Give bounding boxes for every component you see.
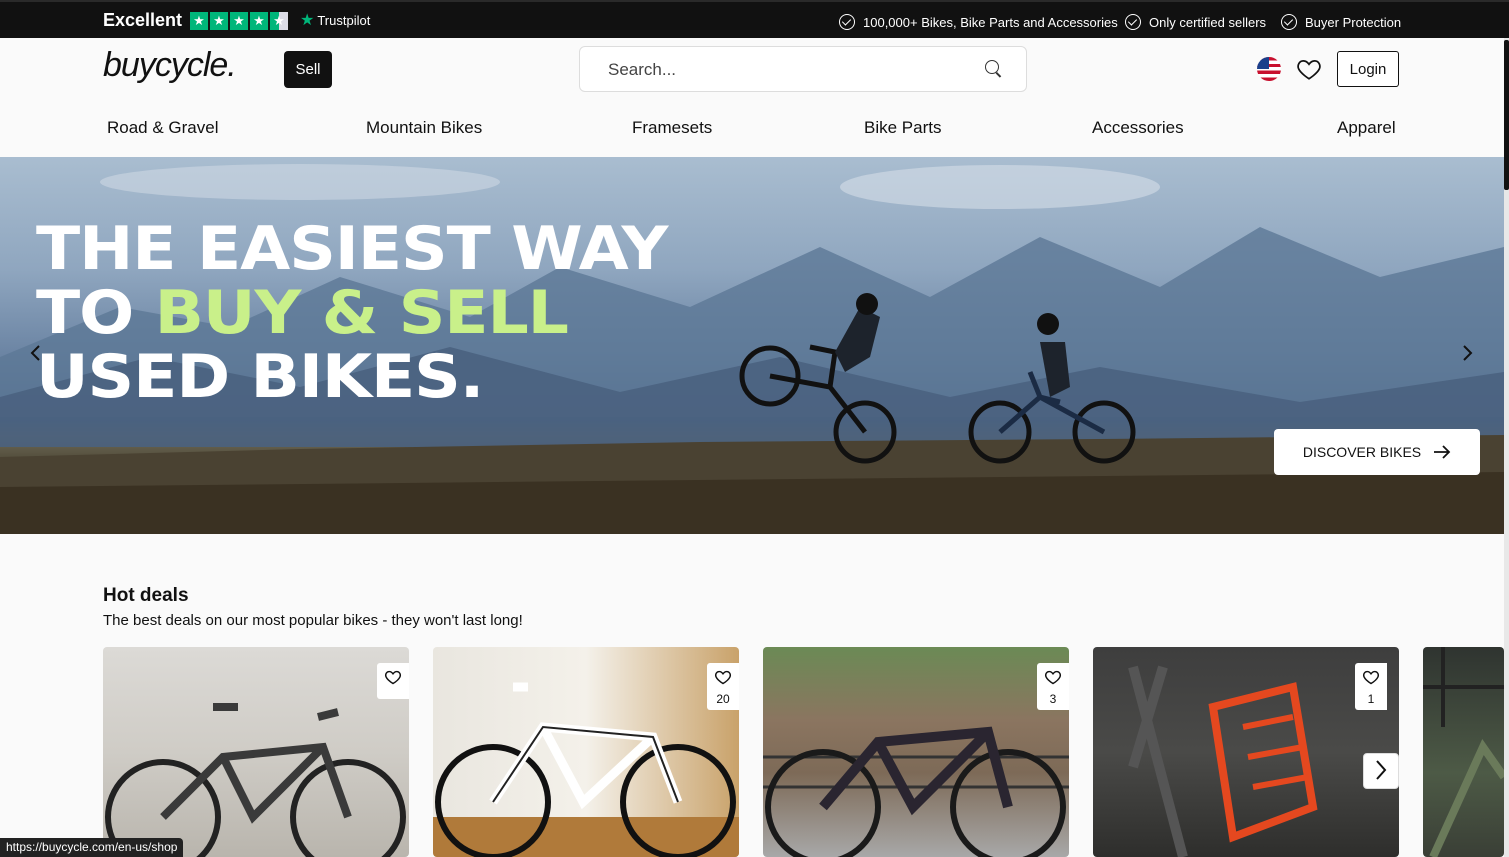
hero-line-3: USED BIKES.	[36, 342, 484, 412]
check-circle-icon	[1125, 14, 1141, 30]
favorite-button[interactable]: 1	[1355, 663, 1387, 710]
usp-certified: Only certified sellers	[1125, 14, 1266, 30]
search-input[interactable]	[608, 58, 968, 82]
hot-deals-title: Hot deals	[103, 585, 189, 606]
check-circle-icon	[839, 14, 855, 30]
heart-icon	[1044, 670, 1062, 685]
chevron-right-icon	[1376, 759, 1387, 780]
bike-photo	[105, 703, 406, 857]
favorite-button[interactable]	[377, 663, 409, 699]
trustpilot-brand: Trustpilot	[317, 13, 371, 28]
usp-label: Buyer Protection	[1305, 14, 1402, 30]
star-icon: ★	[190, 12, 208, 30]
favorite-button[interactable]: 20	[707, 663, 739, 710]
star-icon: ★	[210, 12, 228, 30]
nav-accessories[interactable]: Accessories	[1092, 118, 1184, 138]
bike-photo	[1423, 647, 1504, 857]
hero-line-1: THE EASIEST WAY	[36, 214, 668, 284]
hero-banner: THE EASIEST WAY TO BUY & SELL USED BIKES…	[0, 157, 1504, 534]
deal-card-partial[interactable]	[1423, 647, 1504, 857]
sell-button[interactable]: Sell	[284, 51, 332, 88]
trustpilot-rating-label: Excellent	[103, 10, 183, 30]
deal-card[interactable]	[103, 647, 409, 857]
hero-headline: THE EASIEST WAY TO BUY & SELL USED BIKES…	[36, 214, 668, 412]
arrow-right-icon	[1434, 445, 1451, 459]
bike-photo	[763, 726, 1069, 857]
favorite-count: 3	[1049, 692, 1057, 706]
nav-mountain-bikes[interactable]: Mountain Bikes	[366, 118, 482, 138]
deal-card[interactable]: 3	[763, 647, 1069, 857]
usp-label: 100,000+ Bikes, Bike Parts and Accessori…	[863, 14, 1118, 30]
heart-icon[interactable]	[1296, 56, 1322, 82]
nav-road-gravel[interactable]: Road & Gravel	[107, 118, 219, 138]
deal-card[interactable]: 20	[433, 647, 739, 857]
status-bar-url: https://buycycle.com/en-us/shop	[0, 838, 184, 857]
chevron-left-icon[interactable]	[26, 343, 46, 363]
top-bar: Excellent ★ ★ ★ ★ ★ ★ Trustpilot 100,000…	[0, 0, 1509, 38]
deal-card[interactable]: 1	[1093, 647, 1399, 857]
hot-deals-subtitle: The best deals on our most popular bikes…	[103, 612, 523, 629]
heart-icon	[1362, 670, 1380, 685]
trustpilot-logo[interactable]: ★ Trustpilot	[300, 11, 371, 29]
us-flag-icon[interactable]	[1257, 57, 1281, 81]
buycycle-logo[interactable]: buycycle.	[103, 46, 237, 85]
heart-icon	[384, 670, 402, 685]
heart-icon	[714, 670, 732, 685]
login-button[interactable]: Login	[1337, 51, 1399, 87]
search-icon[interactable]	[985, 60, 999, 74]
hero-line-2: TO BUY & SELL	[36, 281, 667, 345]
nav-framesets[interactable]: Framesets	[632, 118, 712, 138]
star-icon: ★	[230, 12, 248, 30]
hero-line-2-accent: BUY & SELL	[154, 278, 569, 348]
discover-bikes-button[interactable]: DISCOVER BIKES	[1274, 429, 1480, 475]
trustpilot-star-icon: ★	[300, 11, 315, 29]
nav-apparel[interactable]: Apparel	[1337, 118, 1396, 138]
search-bar[interactable]	[579, 46, 1027, 92]
hero-line-2-prefix: TO	[36, 278, 155, 348]
carousel-next-button[interactable]	[1363, 753, 1399, 789]
bike-photo	[1128, 665, 1318, 857]
nav-bike-parts[interactable]: Bike Parts	[864, 118, 941, 138]
trustpilot-stars: ★ ★ ★ ★ ★	[190, 12, 288, 30]
favorite-count: 20	[716, 692, 730, 706]
bike-photo	[433, 682, 739, 857]
check-circle-icon	[1281, 14, 1297, 30]
usp-label: Only certified sellers	[1149, 14, 1267, 30]
favorite-button[interactable]: 3	[1037, 663, 1069, 710]
half-star-icon: ★	[270, 12, 288, 30]
favorite-count: 1	[1367, 692, 1375, 706]
scrollbar-thumb[interactable]	[1504, 40, 1509, 190]
discover-bikes-label: DISCOVER BIKES	[1302, 444, 1422, 460]
usp-bikes: 100,000+ Bikes, Bike Parts and Accessori…	[839, 14, 1118, 30]
chevron-right-icon[interactable]	[1457, 343, 1477, 363]
usp-protection: Buyer Protection	[1281, 14, 1401, 30]
star-icon: ★	[250, 12, 268, 30]
